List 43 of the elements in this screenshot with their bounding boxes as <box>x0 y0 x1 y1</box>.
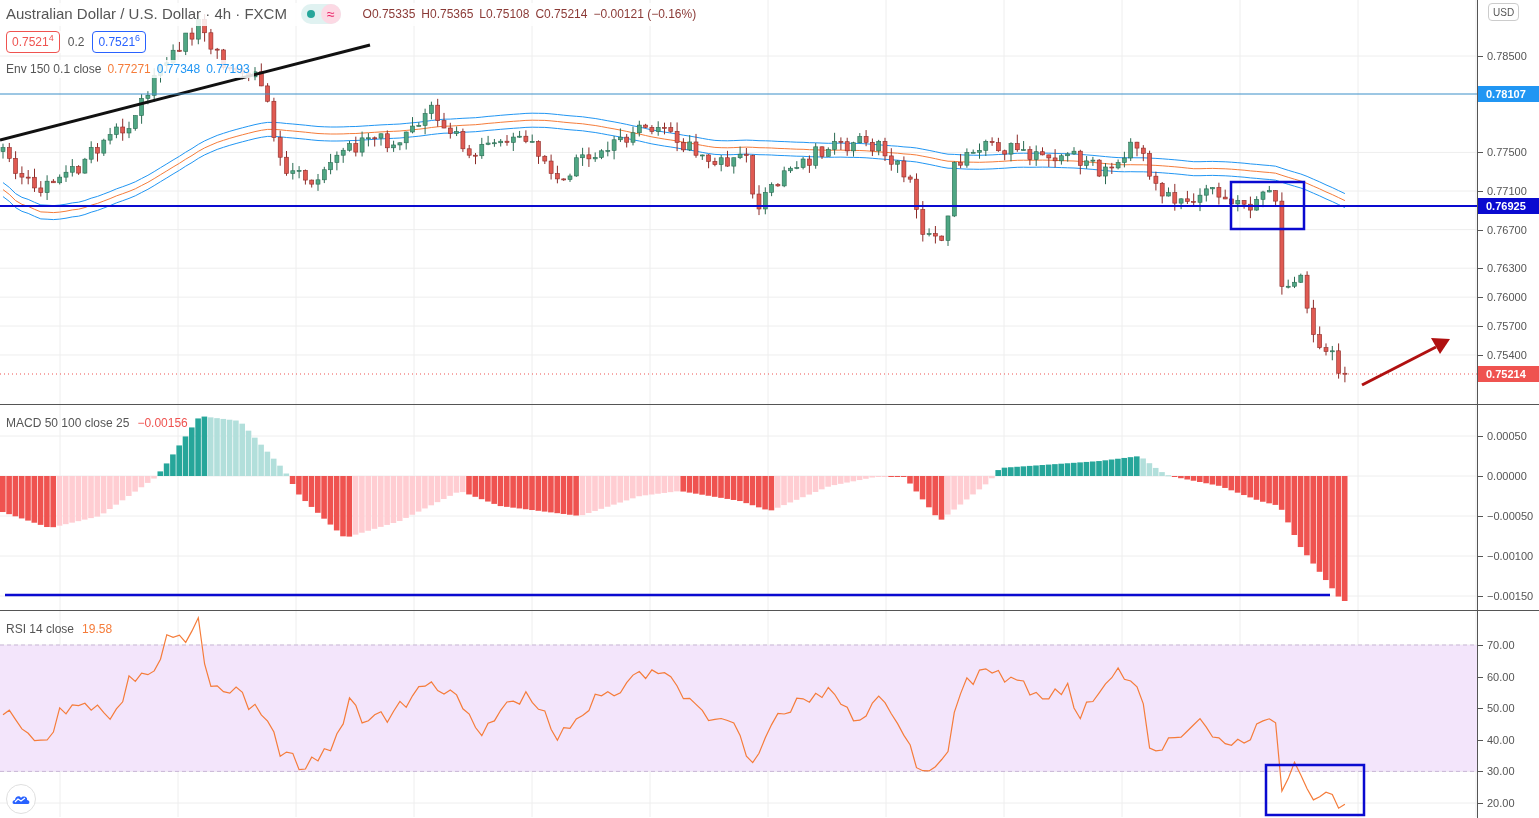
axis-label: 30.00 <box>1487 764 1515 779</box>
axis-label: 0.00050 <box>1487 429 1527 443</box>
currency-button[interactable]: USD <box>1488 3 1520 21</box>
sell-price-button[interactable]: 0.7521$^{4}$ <box>6 30 60 53</box>
market-status-symbol: ≈ <box>320 4 341 25</box>
indicator-label: Env 150 0.1 close <box>6 60 102 78</box>
axis-label: 0.77100 <box>1487 184 1527 198</box>
chart-title: Australian Dollar / U.S. Dollar · 4h · FXCM <box>6 4 287 24</box>
indicator-label: RSI 14 close <box>6 621 75 638</box>
axis-label: 0.76300 <box>1487 261 1527 276</box>
indicator-label: MACD 50 100 close 25 <box>6 415 130 432</box>
axis-label: 0.76000 <box>1487 290 1527 305</box>
ohlc-value: L0.75108 <box>479 6 530 24</box>
axis-label: −0.00050 <box>1487 509 1534 523</box>
axis-label: 0.00000 <box>1487 469 1527 483</box>
indicator-value: −0.00156 <box>137 415 188 432</box>
logo-button[interactable] <box>6 784 36 814</box>
axis-label: 60.00 <box>1487 669 1515 684</box>
price-badge: 0.78107 <box>1478 86 1539 102</box>
axis-label: 0.76700 <box>1487 222 1527 237</box>
axis-label: −0.00150 <box>1487 589 1534 603</box>
axis-label: 0.78500 <box>1487 49 1527 63</box>
indicator-value: 0.77348 <box>156 60 201 78</box>
ohlc-value: −0.00121 (−0.16%) <box>593 6 697 24</box>
cloud-icon <box>12 793 30 805</box>
axis-label: −0.00100 <box>1487 549 1534 563</box>
axis-label: 0.75700 <box>1487 319 1527 334</box>
spread-value: 0.2 <box>67 33 85 51</box>
ohlc-value: C0.75214 <box>535 6 588 24</box>
axis-label: 70.00 <box>1487 638 1515 652</box>
axis-label: 0.77500 <box>1487 145 1527 160</box>
price-badge: 0.76925 <box>1478 198 1539 214</box>
axis-label: 50.00 <box>1487 701 1515 716</box>
buy-price-button[interactable]: 0.7521$^{6}$ <box>92 30 147 53</box>
indicator-value: 0.77271 <box>107 60 151 78</box>
axis-label: 20.00 <box>1487 796 1515 810</box>
ohlc-value: O0.75335 <box>362 6 416 24</box>
price-badge: 0.75214 <box>1478 366 1539 382</box>
indicator-value: 19.58 <box>82 621 113 638</box>
axis-label: 0.75400 <box>1487 348 1527 362</box>
indicator-value: 0.77193 <box>206 60 250 78</box>
ohlc-value: H0.75365 <box>421 6 474 24</box>
axis-label: 40.00 <box>1487 732 1515 747</box>
